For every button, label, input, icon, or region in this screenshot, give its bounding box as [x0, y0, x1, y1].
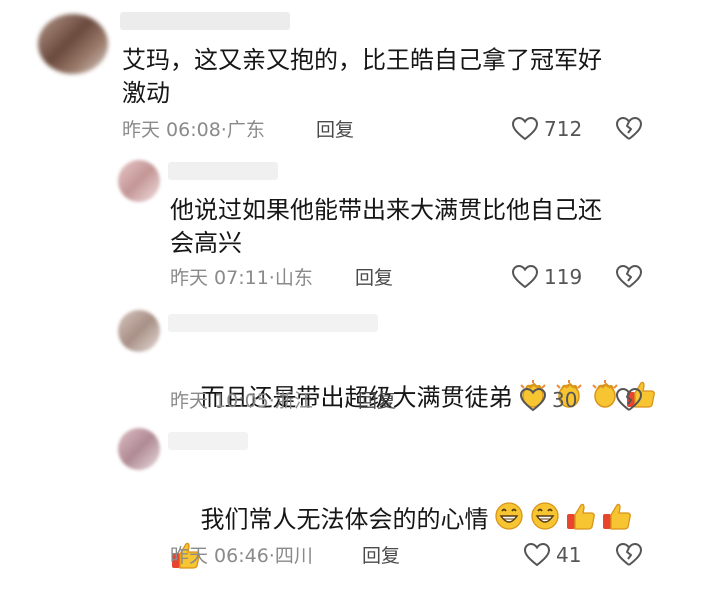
- comment-time: 昨天 06:46: [170, 545, 269, 567]
- comment-item: 而且还是带出超级大满贯徒弟 昨天 10:05·浙江 回复 30: [0, 300, 706, 420]
- like-button[interactable]: 119: [512, 265, 582, 289]
- heart-icon: [524, 543, 550, 567]
- comment-item: 艾玛，这又亲又抱的，比王皓自己拿了冠军好 激动 昨天 06:08·广东 回复 7…: [0, 0, 706, 150]
- like-count: 712: [544, 117, 583, 141]
- thumbs-up-icon: [601, 501, 633, 540]
- avatar[interactable]: [118, 160, 160, 202]
- reply-button[interactable]: 回复: [316, 118, 354, 142]
- comment-meta: 昨天 06:46·四川: [170, 544, 313, 568]
- comment-time: 昨天 07:11: [170, 267, 269, 289]
- broken-heart-icon: [616, 543, 642, 566]
- comment-text-content: 我们常人无法体会的的心情: [200, 505, 489, 534]
- username-blurred[interactable]: [168, 314, 378, 332]
- like-button[interactable]: 712: [512, 117, 582, 141]
- avatar[interactable]: [118, 428, 160, 470]
- reply-button[interactable]: 回复: [362, 544, 400, 568]
- comment-text: 他说过如果他能带出来大满贯比他自己还 会高兴: [170, 196, 602, 257]
- comment-meta: 昨天 10:05·浙江: [170, 389, 313, 413]
- thumbs-up-icon: [565, 501, 597, 540]
- like-count: 41: [556, 543, 582, 567]
- dislike-button[interactable]: [616, 265, 642, 293]
- broken-heart-icon: [616, 388, 642, 411]
- dislike-button[interactable]: [616, 117, 642, 145]
- dislike-button[interactable]: [616, 543, 642, 571]
- like-count: 119: [544, 265, 583, 289]
- avatar[interactable]: [38, 14, 108, 74]
- reply-button[interactable]: 回复: [358, 389, 396, 413]
- comment-text: 艾玛，这又亲又抱的，比王皓自己拿了冠军好 激动: [122, 46, 602, 107]
- avatar[interactable]: [118, 310, 160, 352]
- comment-meta: 昨天 07:11·山东: [170, 266, 313, 290]
- comment-location: 浙江: [274, 390, 313, 412]
- username-blurred[interactable]: [168, 432, 248, 450]
- username-blurred[interactable]: [168, 162, 278, 180]
- grinning-face-icon: [493, 501, 525, 540]
- comment-location: 广东: [226, 119, 265, 141]
- heart-icon: [512, 117, 538, 141]
- broken-heart-icon: [616, 265, 642, 288]
- dislike-button[interactable]: [616, 388, 642, 416]
- comment-location: 山东: [274, 267, 313, 289]
- comment-meta: 昨天 06:08·广东: [122, 118, 265, 142]
- comment-time: 昨天 06:08: [122, 119, 221, 141]
- like-button[interactable]: 30: [520, 388, 577, 412]
- comment-item: 他说过如果他能带出来大满贯比他自己还 会高兴 昨天 07:11·山东 回复 11…: [0, 150, 706, 300]
- comment-time: 昨天 10:05: [170, 390, 269, 412]
- heart-icon: [520, 388, 546, 412]
- comment-location: 四川: [274, 545, 313, 567]
- grinning-face-icon: [529, 501, 561, 540]
- like-count: 30: [552, 388, 578, 412]
- comment-text: 我们常人无法体会的的心情: [170, 468, 640, 612]
- broken-heart-icon: [616, 117, 642, 140]
- reply-button[interactable]: 回复: [355, 266, 393, 290]
- heart-icon: [512, 265, 538, 289]
- username-blurred[interactable]: [120, 12, 290, 30]
- comment-item: 我们常人无法体会的的心情 昨天 06:46·四川 回复 41: [0, 420, 706, 575]
- like-button[interactable]: 41: [524, 543, 581, 567]
